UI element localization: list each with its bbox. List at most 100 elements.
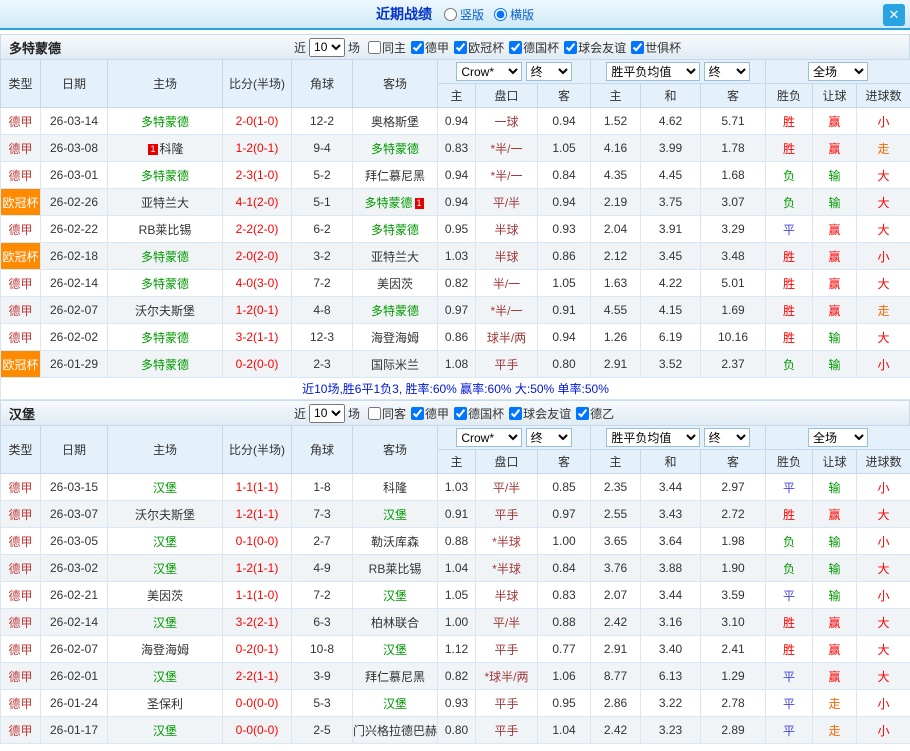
layout-option[interactable]: 横版 <box>494 6 534 23</box>
league-filter-checkbox[interactable] <box>454 407 467 420</box>
europe-draw-cell: 3.52 <box>641 351 701 378</box>
league-filter-checkbox[interactable] <box>564 41 577 54</box>
league-filter-checkbox[interactable] <box>631 41 644 54</box>
corner-cell: 5-3 <box>292 690 353 717</box>
match-rows: 德甲26-03-15汉堡1-1(1-1)1-8科隆1.03平/半0.852.35… <box>1 474 910 744</box>
europe-away-cell: 2.72 <box>701 501 766 528</box>
handicap-cell: *球半/两 <box>476 663 538 690</box>
league-filter[interactable]: 德乙 <box>576 405 614 422</box>
league-filter-label: 球会友谊 <box>578 39 626 56</box>
asian-odds-header: Crow* 终 <box>438 60 591 84</box>
league-filter[interactable]: 球会友谊 <box>564 39 626 56</box>
home-water-cell: 0.83 <box>438 135 476 162</box>
score-cell: 2-0(2-0) <box>223 243 292 270</box>
home-water-cell: 1.00 <box>438 609 476 636</box>
league-filter-checkbox[interactable] <box>509 41 522 54</box>
away-team-name: 亚特兰大 <box>371 250 419 264</box>
league-filter[interactable]: 德国杯 <box>454 405 504 422</box>
league-filter-checkbox[interactable] <box>411 41 424 54</box>
odds-stage-select[interactable]: 终 <box>526 62 572 81</box>
match-count-select[interactable]: 10 <box>309 38 345 57</box>
match-row: 欧冠杯26-02-26亚特兰大4-1(2-0)5-1多特蒙德10.94平/半0.… <box>1 189 910 216</box>
home-team-cell: 汉堡 <box>108 474 223 501</box>
odds-stage-select[interactable]: 终 <box>526 428 572 447</box>
col-type: 类型 <box>1 426 41 474</box>
handicap-cell: *半/一 <box>476 162 538 189</box>
europe-stage-select[interactable]: 终 <box>704 62 750 81</box>
league-filter[interactable]: 德国杯 <box>509 39 559 56</box>
handicap-result-cell: 赢 <box>813 297 857 324</box>
league-filter-checkbox[interactable] <box>509 407 522 420</box>
score-cell: 2-3(1-0) <box>223 162 292 189</box>
away-team-cell: 柏林联合 <box>353 609 438 636</box>
odds-company-select[interactable]: Crow* <box>456 428 522 447</box>
corner-cell: 7-2 <box>292 270 353 297</box>
league-filter-checkbox[interactable] <box>368 41 381 54</box>
league-filter[interactable]: 世俱杯 <box>631 39 681 56</box>
score-cell: 1-2(0-1) <box>223 135 292 162</box>
league-filter-checkbox[interactable] <box>576 407 589 420</box>
home-team-cell: 多特蒙德 <box>108 351 223 378</box>
europe-stage-select[interactable]: 终 <box>704 428 750 447</box>
win-draw-loss-cell: 胜 <box>766 108 813 135</box>
europe-odds-select[interactable]: 胜平负均值 <box>606 62 700 81</box>
home-team-cell: 海登海姆 <box>108 636 223 663</box>
score-cell: 1-1(1-0) <box>223 582 292 609</box>
scope-select[interactable]: 全场 <box>808 62 868 81</box>
league-cell: 德甲 <box>1 162 41 189</box>
europe-home-cell: 2.91 <box>591 351 641 378</box>
corner-cell: 5-2 <box>292 162 353 189</box>
league-filter[interactable]: 德甲 <box>411 39 449 56</box>
col-score: 比分(半场) <box>223 426 292 474</box>
sections: 多特蒙德 近 10 场 同主德甲欧冠杯德国杯球会友谊世俱杯 类型 <box>0 34 910 744</box>
europe-home-cell: 3.76 <box>591 555 641 582</box>
page-title: 近期战绩 <box>376 4 432 24</box>
layout-radio[interactable] <box>494 8 507 21</box>
away-team-name: 奥格斯堡 <box>371 115 419 129</box>
league-filter[interactable]: 同主 <box>368 39 406 56</box>
europe-draw-cell: 3.45 <box>641 243 701 270</box>
scope-header: 全场 <box>766 60 910 84</box>
league-filter[interactable]: 同客 <box>368 405 406 422</box>
europe-home-cell: 2.19 <box>591 189 641 216</box>
away-team-cell: 科隆 <box>353 474 438 501</box>
league-cell: 德甲 <box>1 270 41 297</box>
win-draw-loss-cell: 平 <box>766 717 813 744</box>
away-team-cell: 汉堡 <box>353 582 438 609</box>
home-team-name: 汉堡 <box>153 724 177 738</box>
home-water-cell: 1.12 <box>438 636 476 663</box>
europe-home-cell: 8.77 <box>591 663 641 690</box>
away-team-cell: 汉堡 <box>353 690 438 717</box>
handicap-cell: 一球 <box>476 108 538 135</box>
home-team-name: 汉堡 <box>153 670 177 684</box>
europe-odds-select[interactable]: 胜平负均值 <box>606 428 700 447</box>
league-filter-checkbox[interactable] <box>411 407 424 420</box>
close-button[interactable]: ✕ <box>883 4 905 26</box>
home-water-cell: 0.94 <box>438 189 476 216</box>
date-cell: 26-02-07 <box>41 636 108 663</box>
away-team-cell: 亚特兰大 <box>353 243 438 270</box>
match-count-select[interactable]: 10 <box>309 404 345 423</box>
europe-away-cell: 3.48 <box>701 243 766 270</box>
scope-select[interactable]: 全场 <box>808 428 868 447</box>
layout-radio[interactable] <box>444 8 457 21</box>
handicap-cell: 半球 <box>476 243 538 270</box>
odds-company-select[interactable]: Crow* <box>456 62 522 81</box>
away-team-name: 门兴格拉德巴赫 <box>353 724 437 738</box>
league-filter-label: 同客 <box>382 405 406 422</box>
layout-option[interactable]: 竖版 <box>444 6 484 23</box>
league-filter[interactable]: 球会友谊 <box>509 405 571 422</box>
league-filter-checkbox[interactable] <box>454 41 467 54</box>
away-water-cell: 0.95 <box>538 690 591 717</box>
league-filter-label: 球会友谊 <box>523 405 571 422</box>
goals-result-cell: 大 <box>857 555 910 582</box>
league-filter-checkbox[interactable] <box>368 407 381 420</box>
match-rows: 德甲26-03-14多特蒙德2-0(1-0)12-2奥格斯堡0.94一球0.94… <box>1 108 910 378</box>
europe-away-cell: 3.10 <box>701 609 766 636</box>
league-filter[interactable]: 欧冠杯 <box>454 39 504 56</box>
corner-cell: 7-3 <box>292 501 353 528</box>
goals-result-cell: 小 <box>857 717 910 744</box>
league-filter[interactable]: 德甲 <box>411 405 449 422</box>
league-filter-label: 世俱杯 <box>645 39 681 56</box>
europe-home-cell: 2.35 <box>591 474 641 501</box>
